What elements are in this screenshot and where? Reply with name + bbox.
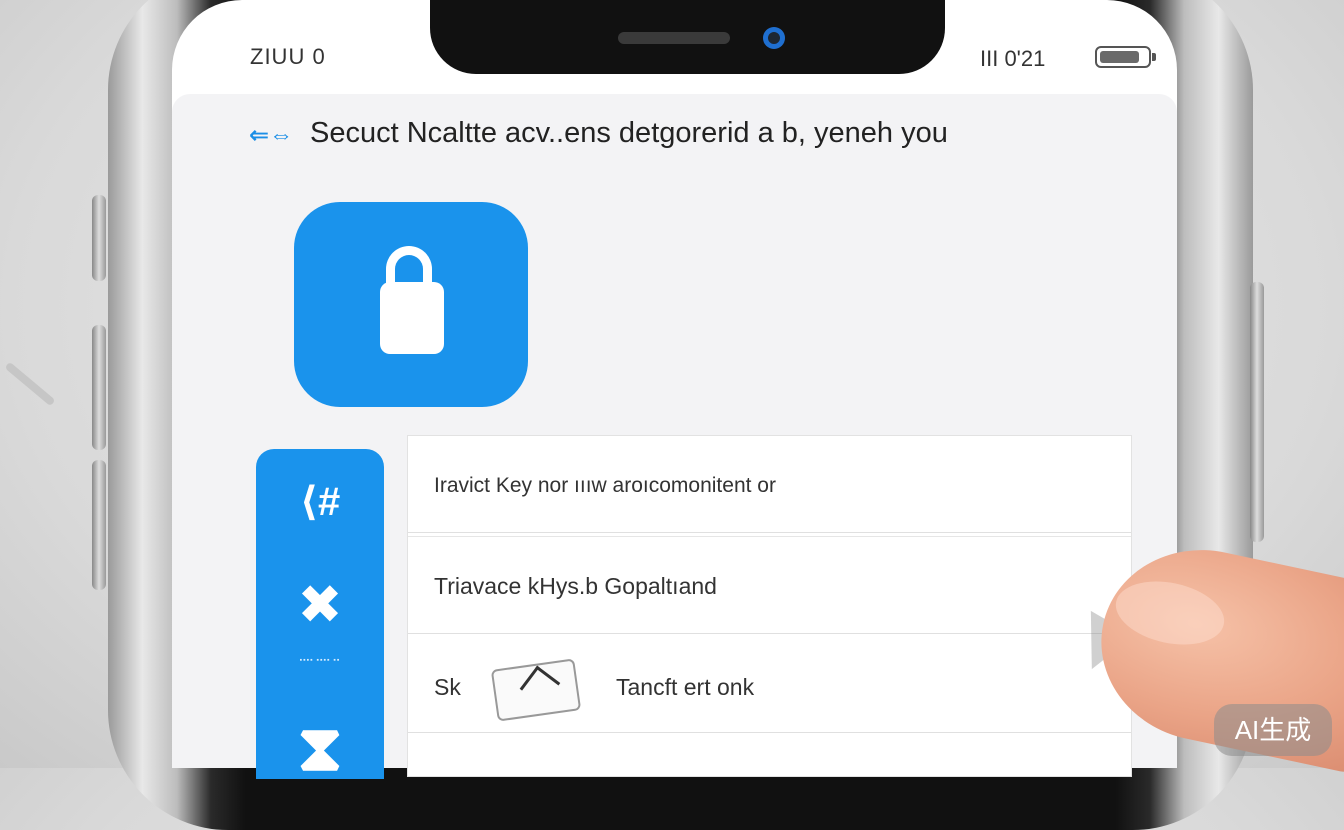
lock-tile[interactable] [294, 202, 528, 407]
list-item-prefix: Sk [434, 674, 461, 700]
list-item-label: Iravict Key nor ıııw aroıcomonitent or [434, 474, 776, 497]
back-arrows-icon[interactable]: ⇐⇔ [249, 123, 295, 149]
list-item[interactable]: Iravict Key nor ıııw aroıcomonitent or [408, 436, 1131, 533]
status-signal: III 0'21 [980, 46, 1046, 71]
front-camera [763, 27, 785, 49]
lock-icon [380, 282, 444, 354]
settings-list: Iravict Key nor ıııw aroıcomonitent or T… [408, 436, 1131, 776]
ai-generated-badge: AI生成 [1214, 704, 1332, 756]
people-icon[interactable]: ✖ [256, 573, 384, 636]
background-streak [4, 361, 56, 407]
page-title: Secuct Ncaltte acv..ens detgorerid a b, … [310, 117, 948, 149]
list-item[interactable]: Triavace kHys.b Gopaltıand [408, 536, 1131, 634]
hourglass-icon[interactable]: ⧗ [256, 711, 384, 786]
network-icon[interactable]: ⟨# [256, 479, 384, 525]
status-time: ZIUU 0 [250, 44, 326, 69]
mute-switch[interactable] [92, 460, 106, 590]
battery-icon [1095, 46, 1156, 68]
volume-up-button[interactable] [92, 195, 106, 281]
volume-down-button[interactable] [92, 325, 106, 450]
rail-caption: ▪▪▪▪ ▪▪▪▪ ▪▪ [299, 657, 341, 664]
earpiece-speaker [618, 32, 730, 44]
list-item[interactable]: Sk Tancft ert onk [408, 636, 1131, 733]
list-item-label: Tancft ert onk [616, 674, 755, 700]
power-button[interactable] [1250, 282, 1264, 542]
battery-fill [1100, 51, 1140, 63]
envelope-icon [490, 658, 582, 722]
side-rail: ⟨# ✖ ▪▪▪▪ ▪▪▪▪ ▪▪ ⧗ [256, 449, 384, 784]
list-item-label: Triavace kHys.b Gopaltıand [434, 573, 717, 599]
